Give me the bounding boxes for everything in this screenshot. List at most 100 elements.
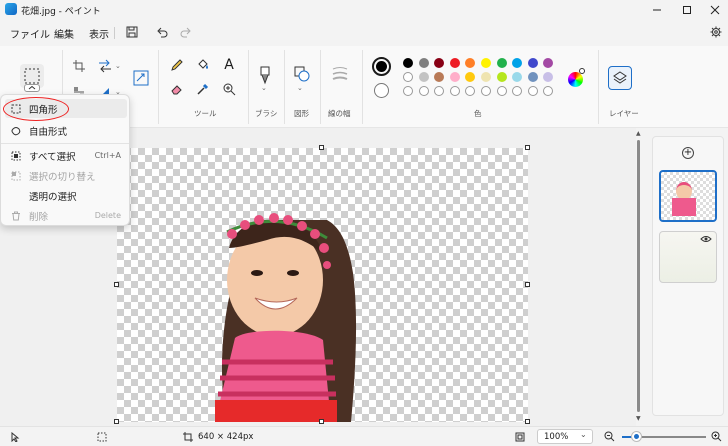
color-swatch[interactable] (434, 72, 445, 82)
color-swatch[interactable] (512, 86, 523, 96)
layers-panel: + (652, 136, 724, 416)
color-swatch[interactable] (481, 72, 491, 82)
chevron-down-icon[interactable]: ⌄ (115, 62, 121, 70)
menu-item-transparent-selection[interactable]: 透明の選択 (5, 186, 127, 205)
brush-icon[interactable] (256, 64, 274, 86)
menu-edit[interactable]: 編集 (54, 26, 74, 41)
image-resize-icon[interactable] (131, 68, 151, 88)
stroke-width-icon[interactable] (330, 64, 350, 84)
color-swatch[interactable] (543, 72, 554, 82)
zoom-slider-thumb[interactable] (632, 432, 641, 441)
layer-thumbnail-1[interactable] (659, 170, 717, 222)
crop-icon[interactable] (70, 57, 88, 75)
color-swatch[interactable] (449, 72, 460, 82)
shapes-icon[interactable] (292, 64, 312, 84)
pencil-icon[interactable] (168, 56, 186, 74)
scroll-up-arrow-icon[interactable]: ▲ (636, 130, 641, 137)
resize-icon[interactable] (96, 57, 114, 75)
color-swatch[interactable] (403, 86, 413, 96)
settings-gear-icon[interactable] (710, 26, 722, 38)
color-swatch[interactable] (403, 58, 413, 68)
resize-handle-right[interactable] (525, 282, 530, 287)
menu-view[interactable]: 表示 (89, 26, 109, 41)
menu-item-invert-selection[interactable]: 選択の切り替え (5, 166, 127, 185)
color-swatch[interactable] (481, 58, 491, 68)
color-swatch[interactable] (465, 72, 476, 82)
zoom-in-icon[interactable] (711, 431, 722, 442)
maximize-button[interactable] (672, 0, 702, 20)
redo-icon[interactable] (180, 26, 192, 38)
zoom-out-icon[interactable] (604, 431, 615, 442)
resize-handle-bottom[interactable] (319, 419, 324, 424)
close-button[interactable] (700, 0, 728, 20)
color-swatch[interactable] (496, 86, 507, 96)
scrollbar-thumb[interactable] (637, 140, 640, 412)
add-layer-icon[interactable]: + (682, 147, 694, 159)
color-picker-icon[interactable] (194, 80, 212, 98)
brush-group-label: ブラシ (255, 109, 278, 118)
color-swatch[interactable] (527, 72, 538, 82)
menu-item-label: 自由形式 (29, 126, 68, 138)
color-swatch[interactable] (512, 58, 523, 68)
zoom-select[interactable]: 100% ⌄ (537, 429, 593, 444)
chevron-down-icon[interactable]: ⌄ (297, 84, 303, 92)
minimize-button[interactable] (642, 0, 672, 20)
free-form-select-icon (7, 126, 25, 136)
menu-item-delete[interactable]: 削除 Delete (5, 206, 127, 225)
canvas-size-icon (183, 432, 193, 442)
color-swatch[interactable] (543, 86, 554, 96)
color-swatch[interactable] (496, 58, 507, 68)
secondary-color-button[interactable] (374, 83, 389, 98)
color-swatch[interactable] (418, 58, 429, 68)
add-color-icon (579, 68, 585, 74)
edit-colors-icon[interactable] (568, 72, 583, 87)
primary-color-button[interactable] (372, 57, 391, 76)
color-swatch[interactable] (465, 86, 476, 96)
ribbon-divider (284, 50, 285, 124)
layers-button[interactable] (608, 66, 632, 90)
layer-visibility-eye-icon[interactable] (700, 235, 712, 243)
color-swatch[interactable] (512, 72, 523, 82)
color-swatch[interactable] (543, 58, 554, 68)
color-swatch[interactable] (403, 72, 413, 82)
invert-selection-icon (7, 171, 25, 181)
fill-bucket-icon[interactable] (194, 56, 212, 74)
save-icon[interactable] (126, 26, 138, 38)
menu-bar: ファイル 編集 表示 (0, 20, 728, 44)
chevron-down-icon[interactable]: ⌄ (261, 84, 267, 92)
color-swatch[interactable] (418, 86, 429, 96)
color-swatch[interactable] (496, 72, 507, 82)
canvas-image[interactable] (117, 148, 528, 422)
color-swatch[interactable] (449, 86, 460, 96)
resize-handle-bottom-right[interactable] (525, 419, 530, 424)
menu-file[interactable]: ファイル (10, 26, 50, 41)
resize-handle-left[interactable] (114, 282, 119, 287)
color-swatch[interactable] (527, 86, 538, 96)
menu-item-label: すべて選択 (29, 151, 76, 163)
menu-item-free-form-select[interactable]: 自由形式 (5, 121, 127, 140)
eraser-icon[interactable] (168, 80, 186, 98)
magnifier-icon[interactable] (220, 80, 238, 98)
undo-icon[interactable] (156, 26, 168, 38)
color-swatch[interactable] (449, 58, 460, 68)
resize-handle-top[interactable] (319, 145, 324, 150)
trash-icon (7, 211, 25, 221)
color-swatch[interactable] (434, 86, 445, 96)
scroll-down-arrow-icon[interactable]: ▼ (636, 415, 641, 422)
ribbon-divider (158, 50, 159, 124)
paint-app-icon (5, 3, 17, 15)
layer-thumbnail-2[interactable] (659, 231, 717, 283)
resize-handle-top-right[interactable] (525, 145, 530, 150)
fit-to-window-icon[interactable] (515, 432, 525, 442)
color-swatch[interactable] (465, 58, 476, 68)
color-swatch[interactable] (481, 86, 491, 96)
color-swatch[interactable] (527, 58, 538, 68)
text-tool-icon[interactable]: A (220, 56, 238, 74)
resize-handle-bottom-left[interactable] (114, 419, 119, 424)
selection-size-icon (97, 432, 107, 442)
menu-separator (1, 143, 129, 144)
color-swatch[interactable] (434, 58, 445, 68)
color-swatch[interactable] (418, 72, 429, 82)
selection-dropdown-toggle[interactable] (24, 84, 40, 92)
menu-item-select-all[interactable]: すべて選択 Ctrl+A (5, 146, 127, 165)
